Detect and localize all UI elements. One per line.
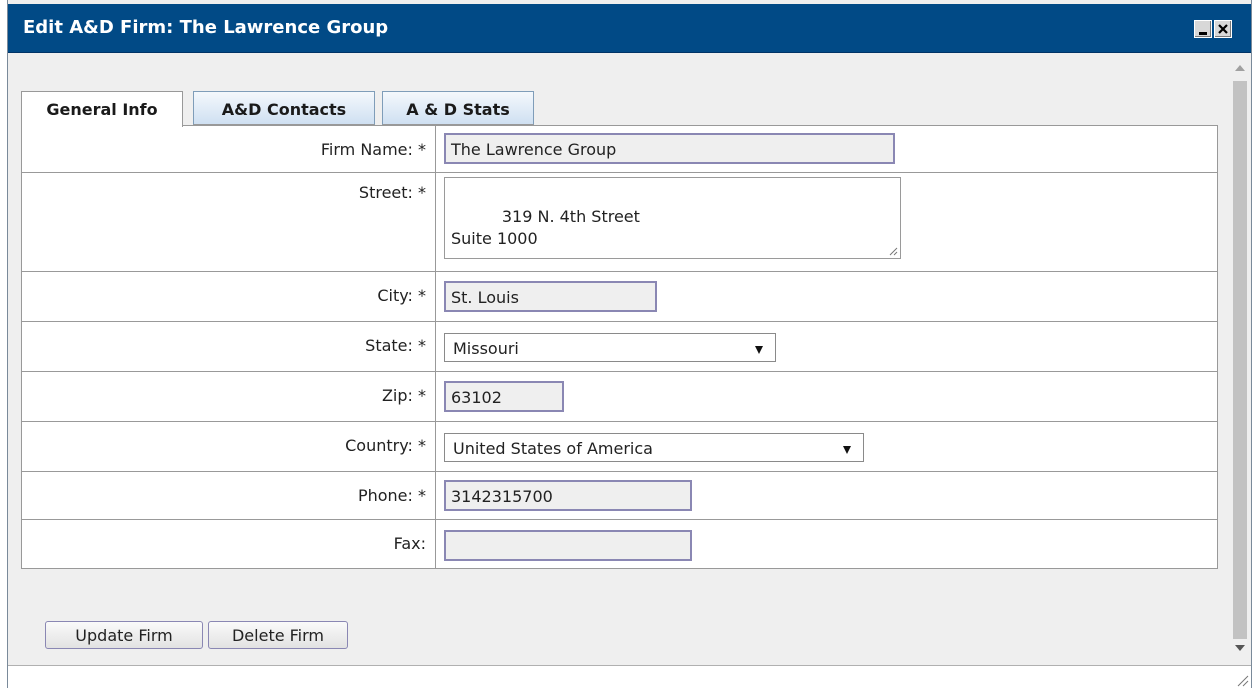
fax-input[interactable] [444,530,692,561]
firm-form-table: Firm Name: * The Lawrence Group Street: … [21,125,1218,569]
city-cell: St. Louis [435,271,1218,322]
edit-firm-dialog: Edit A&D Firm: The Lawrence Group Genera… [7,0,1252,689]
form-row-firm-name: Firm Name: * The Lawrence Group [21,125,1218,173]
form-row-phone: Phone: * 3142315700 [21,471,1218,520]
street-text: 319 N. 4th Street Suite 1000 [451,207,640,248]
country-selected-value: United States of America [453,439,653,458]
form-row-country: Country: * United States of America [21,421,1218,472]
country-cell: United States of America [435,421,1218,472]
phone-cell: 3142315700 [435,471,1218,520]
fax-label: Fax: [21,519,436,569]
state-select[interactable]: Missouri [444,333,776,362]
zip-label: Zip: * [21,371,436,422]
country-label: Country: * [21,421,436,472]
tab-ad-stats[interactable]: A & D Stats [382,91,534,125]
firm-name-cell: The Lawrence Group [435,125,1218,173]
state-selected-value: Missouri [453,339,519,358]
scroll-up-icon[interactable] [1235,65,1245,71]
zip-cell: 63102 [435,371,1218,422]
scroll-thumb[interactable] [1233,81,1247,639]
form-row-street: Street: * 319 N. 4th Street Suite 1000 [21,172,1218,272]
status-bar [8,665,1251,689]
city-label: City: * [21,271,436,322]
close-icon[interactable] [1214,20,1232,38]
firm-name-label: Firm Name: * [21,125,436,173]
fax-cell [435,519,1218,569]
dropdown-arrow-icon [843,446,851,454]
country-select[interactable]: United States of America [444,433,864,462]
delete-firm-button[interactable]: Delete Firm [208,621,348,649]
title-bar[interactable]: Edit A&D Firm: The Lawrence Group [8,4,1251,53]
dropdown-arrow-icon [755,346,763,354]
phone-input[interactable]: 3142315700 [444,480,692,511]
form-row-zip: Zip: * 63102 [21,371,1218,422]
street-textarea[interactable]: 319 N. 4th Street Suite 1000 [444,177,901,259]
minimize-icon[interactable] [1194,20,1212,38]
tab-ad-contacts[interactable]: A&D Contacts [193,91,375,125]
tab-general-info[interactable]: General Info [21,91,183,127]
dialog-title: Edit A&D Firm: The Lawrence Group [23,17,389,38]
form-row-state: State: * Missouri [21,321,1218,372]
scroll-down-icon[interactable] [1235,645,1245,651]
form-row-city: City: * St. Louis [21,271,1218,322]
phone-label: Phone: * [21,471,436,520]
state-label: State: * [21,321,436,372]
street-cell: 319 N. 4th Street Suite 1000 [435,172,1218,272]
state-cell: Missouri [435,321,1218,372]
zip-input[interactable]: 63102 [444,381,564,412]
form-row-fax: Fax: [21,519,1218,569]
street-label: Street: * [21,172,436,272]
resize-grip-icon[interactable] [888,246,898,256]
firm-name-input[interactable]: The Lawrence Group [444,133,895,164]
update-firm-button[interactable]: Update Firm [45,621,203,649]
vertical-scrollbar[interactable] [1229,53,1251,665]
resize-grip-icon[interactable] [1235,673,1249,687]
city-input[interactable]: St. Louis [444,281,657,312]
